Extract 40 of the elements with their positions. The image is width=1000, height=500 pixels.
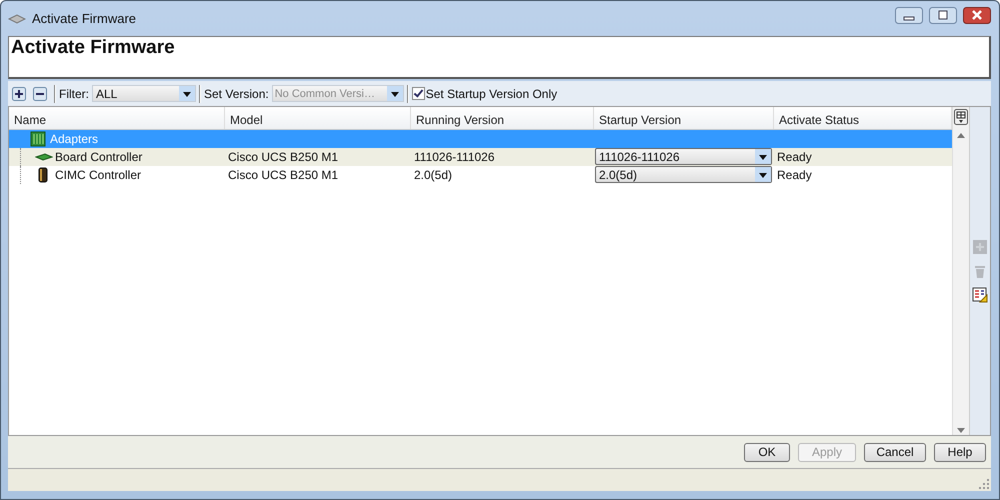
header-title: Activate Firmware	[11, 37, 175, 59]
row-name: Adapters	[50, 131, 98, 148]
window-title: Activate Firmware	[32, 11, 136, 26]
table-cell-text: Cisco UCS B250 M1	[227, 167, 340, 184]
scroll-down-icon[interactable]	[957, 428, 965, 433]
scrollbar[interactable]	[952, 107, 969, 435]
resize-grip-icon[interactable]	[979, 479, 989, 489]
dialog-button[interactable]: Help	[934, 442, 986, 462]
table-cell-text: 111026-111026	[413, 149, 496, 166]
close-button[interactable]	[963, 7, 991, 24]
drive-icon	[8, 14, 26, 24]
add-icon[interactable]	[12, 86, 26, 100]
startup-version-dropdown[interactable]: 2.0(5d)	[595, 166, 772, 183]
scroll-up-icon[interactable]	[957, 133, 965, 138]
column-header[interactable]: Model	[225, 107, 411, 129]
filter-dropdown[interactable]: ALL	[92, 85, 196, 102]
table-cell-text: Cisco UCS B250 M1	[227, 149, 340, 166]
board-icon	[35, 153, 53, 161]
table-cell-text: Ready	[776, 149, 813, 166]
filter-label: Filter:	[59, 86, 89, 100]
startup-version-dropdown[interactable]: 111026-111026	[595, 148, 772, 165]
column-header[interactable]: Startup Version	[594, 107, 774, 129]
column-header[interactable]: Running Version	[411, 107, 594, 129]
startup-only-checkbox[interactable]: Set Startup Version Only	[412, 86, 558, 100]
card-icon	[30, 131, 48, 147]
table-cell-text: Ready	[776, 167, 813, 184]
maximize-button[interactable]	[929, 7, 957, 24]
column-header[interactable]: Name	[9, 107, 225, 129]
table-cell-text: 2.0(5d)	[413, 167, 454, 184]
column-chooser-icon[interactable]	[954, 109, 968, 125]
dialog-button[interactable]: OK	[744, 442, 790, 462]
dialog-button[interactable]: Cancel	[864, 442, 926, 462]
minimize-button[interactable]	[895, 7, 923, 24]
row-name: CIMC Controller	[55, 167, 142, 184]
set-version-label: Set Version:	[204, 86, 269, 100]
properties-icon[interactable]	[972, 287, 988, 303]
row-name: Board Controller	[55, 149, 142, 166]
table-row[interactable]: Board Controller Cisco UCS B250 M1 111026-111026 111026-111026 Ready	[9, 148, 952, 166]
table-row[interactable]: CIMC Controller Cisco UCS B250 M1 2.0(5d) 2.0(5d) Ready	[9, 166, 952, 184]
remove-icon[interactable]	[33, 86, 47, 100]
